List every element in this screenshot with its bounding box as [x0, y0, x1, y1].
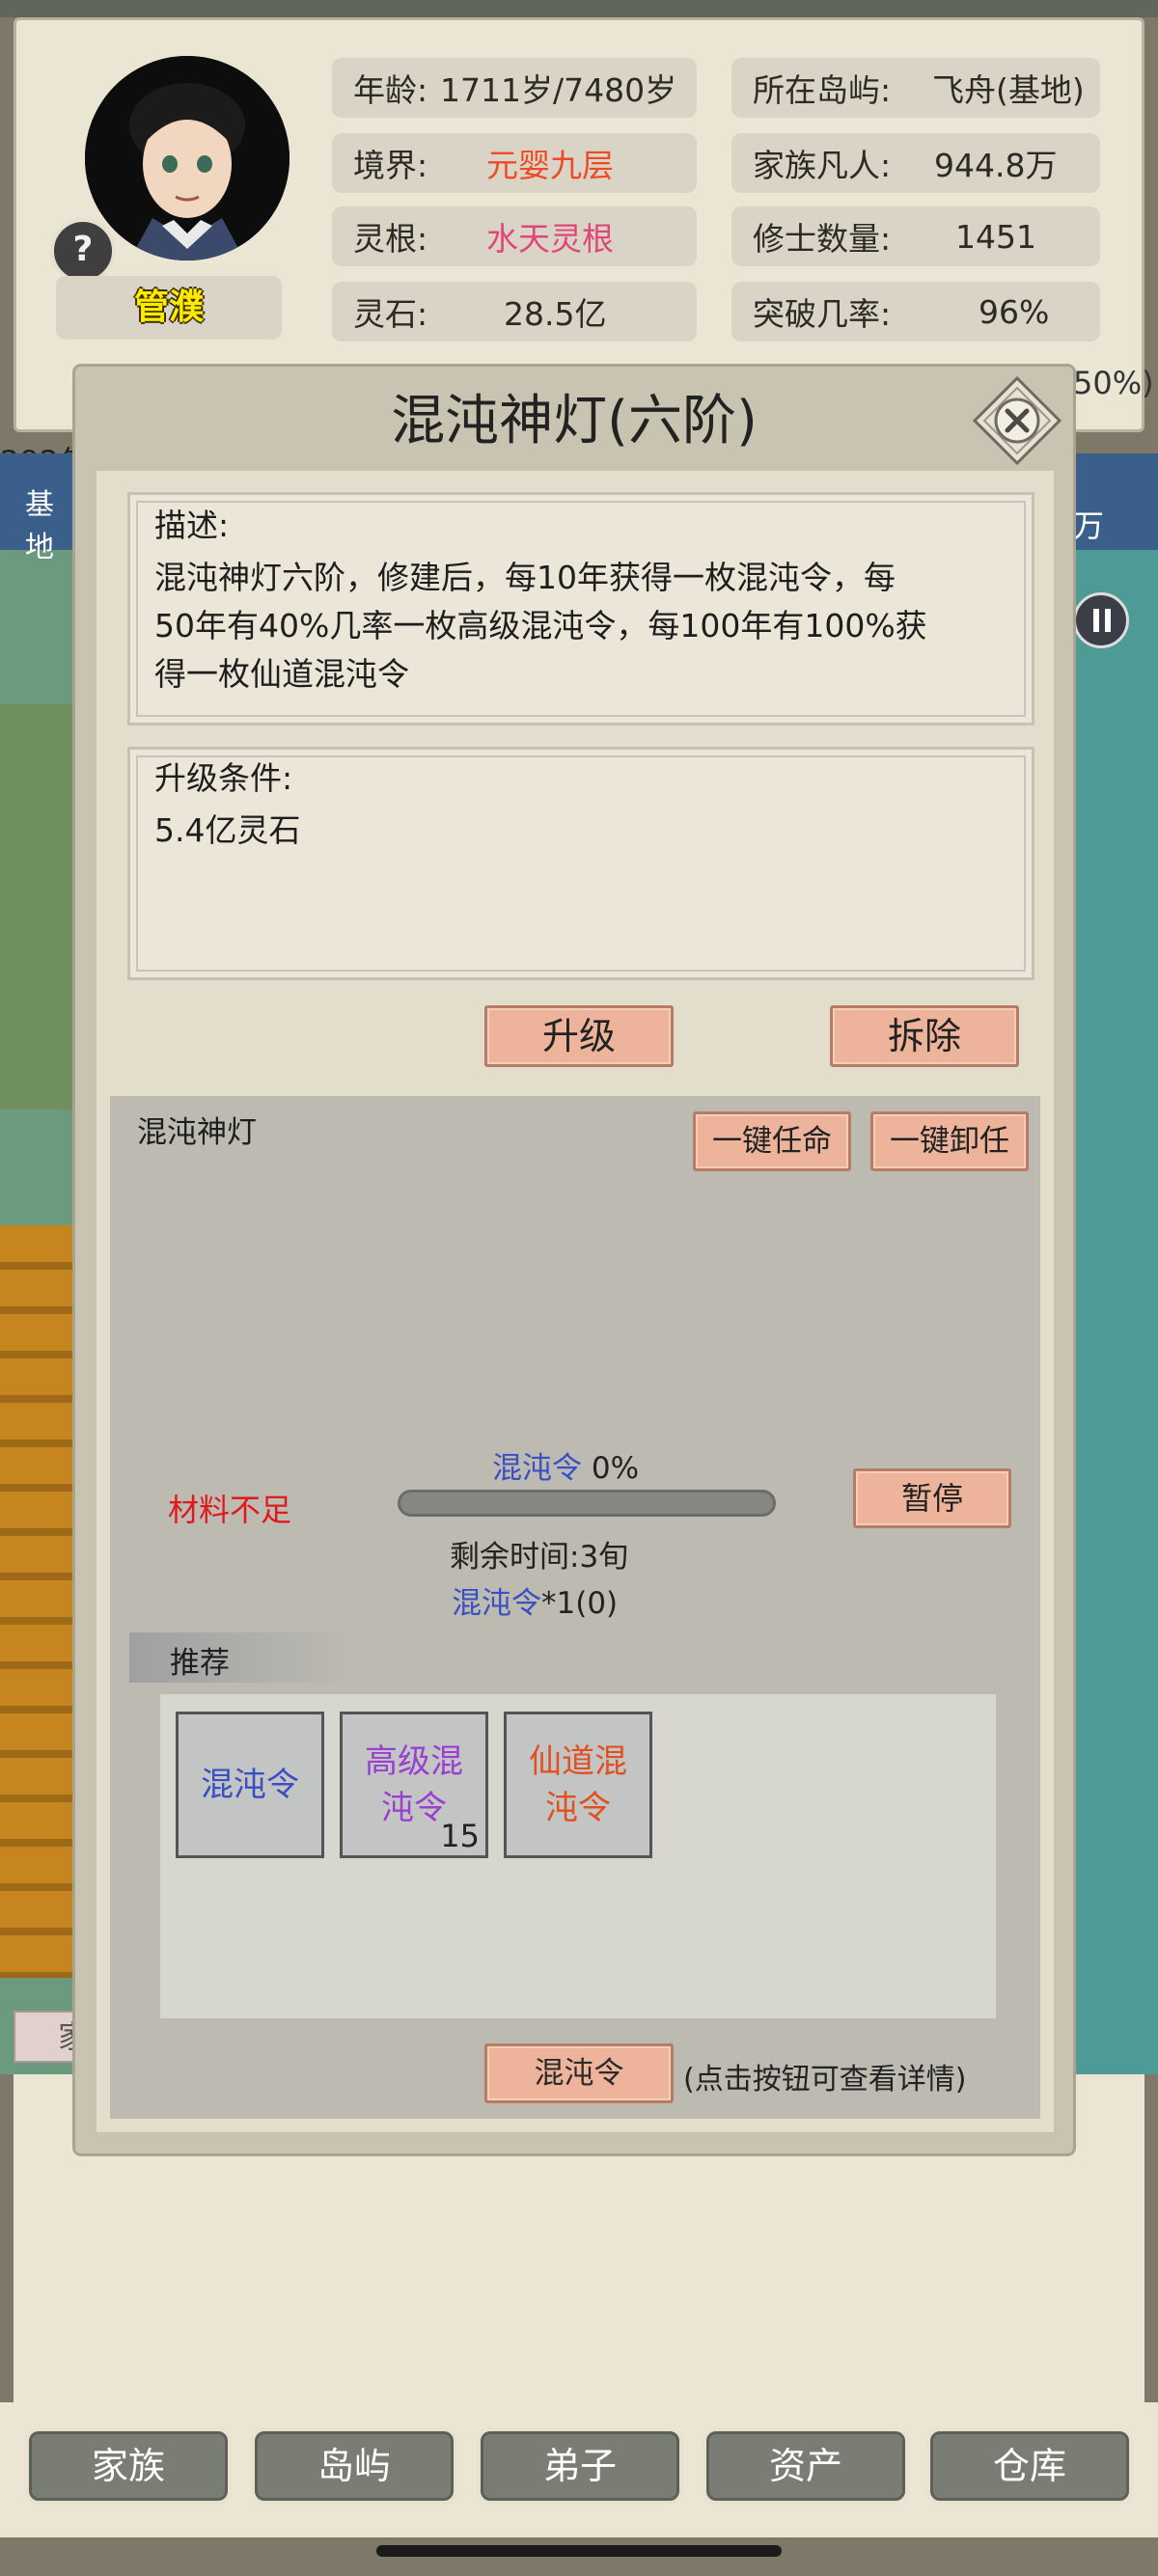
background-map-left: 基地 [0, 453, 75, 2074]
description-line-1: 混沌神灯六阶，修建后，每10年获得一枚混沌令，每 [154, 559, 896, 596]
nav-family-button[interactable]: 家族 [25, 2427, 232, 2505]
recommend-item-advanced-chaos-token[interactable]: 高级混沌令 15 [340, 1712, 488, 1858]
help-icon[interactable]: ? [50, 218, 116, 284]
description-line-2: 50年有40%几率一枚高级混沌令，每100年有100%获 [154, 607, 927, 644]
island-stat: 所在岛屿: 飞舟(基地) [731, 58, 1100, 118]
nav-warehouse-button[interactable]: 仓库 [926, 2427, 1133, 2505]
spirit-root-label: 灵根: [353, 220, 428, 258]
spirit-root-stat: 灵根: 水天灵根 [332, 206, 697, 266]
close-icon [972, 375, 1062, 466]
age-label: 年龄: [353, 71, 428, 109]
recommend-item-name: 混沌令 [201, 1766, 299, 1804]
upgrade-cost: 5.4亿灵石 [154, 811, 301, 849]
recommend-header: 推荐 [129, 1632, 351, 1683]
nav-disciples-button[interactable]: 弟子 [477, 2427, 683, 2505]
cultivators-stat: 修士数量: 1451 [731, 206, 1100, 266]
age-value: 1711岁/7480岁 [440, 71, 677, 109]
pause-circle-icon[interactable] [1073, 592, 1129, 648]
spirit-stones-stat: 灵石: 28.5亿 [332, 282, 697, 342]
output-count: *1(0) [541, 1586, 619, 1621]
nav-islands-button[interactable]: 岛屿 [251, 2427, 457, 2505]
progress-label: 混沌令 0% [492, 1443, 639, 1487]
close-button[interactable] [971, 374, 1063, 467]
realm-label: 境界: [353, 147, 428, 184]
appoint-all-button[interactable]: 一键任命 [693, 1111, 851, 1171]
breakthrough-stat: 突破几率: 96% [731, 282, 1100, 342]
bg-fragment-wan: 万 [1073, 507, 1105, 544]
avatar-portrait-icon [85, 56, 290, 260]
progress-item-name: 混沌令 [492, 1451, 582, 1486]
nav-assets-button[interactable]: 资产 [703, 2427, 909, 2505]
pause-button[interactable]: 暂停 [853, 1468, 1011, 1528]
cultivators-label: 修士数量: [753, 220, 892, 258]
recommend-item-immortal-chaos-token[interactable]: 仙道混沌令 [504, 1712, 652, 1858]
recommend-item-count: 15 [440, 1818, 480, 1854]
mortals-stat: 家族凡人: 944.8万 [731, 133, 1100, 193]
description-line-3: 得一枚仙道混沌令 [154, 655, 409, 693]
upgrade-heading: 升级条件: [154, 759, 293, 797]
upgrade-button[interactable]: 升级 [484, 1005, 674, 1067]
output-item-name: 混沌令 [452, 1586, 541, 1621]
status-text: 材料不足 [168, 1492, 292, 1528]
home-indicator[interactable] [376, 2545, 782, 2557]
player-name: 管濮 [56, 276, 282, 340]
detail-hint: (点击按钮可查看详情) [683, 2063, 967, 2096]
bg-fragment-base: 基地 [25, 488, 54, 564]
top-banner [0, 0, 1158, 17]
realm-value: 元婴九层 [486, 147, 614, 184]
progress-bar [398, 1490, 776, 1517]
age-stat: 年龄: 1711岁/7480岁 [332, 58, 697, 118]
spirit-stones-label: 灵石: [353, 295, 428, 333]
breakthrough-label: 突破几率: [753, 295, 892, 333]
recommend-item-name: 仙道混沌令 [529, 1742, 627, 1827]
island-value: 飞舟(基地) [932, 71, 1085, 109]
recommend-item-chaos-token[interactable]: 混沌令 [176, 1712, 324, 1858]
breakthrough-value: 96% [979, 292, 1050, 331]
spirit-root-value: 水天灵根 [486, 220, 614, 258]
remaining-time: 剩余时间:3旬 [450, 1540, 629, 1575]
output-info: 混沌令*1(0) [452, 1578, 618, 1622]
dismantle-button[interactable]: 拆除 [830, 1005, 1019, 1067]
description-heading: 描述: [154, 507, 230, 544]
building-name: 混沌神灯 [137, 1115, 257, 1150]
spirit-stones-value: 28.5亿 [504, 295, 607, 333]
progress-percent: 0% [591, 1451, 640, 1486]
item-detail-button[interactable]: 混沌令 [484, 2043, 674, 2103]
player-avatar[interactable] [85, 56, 290, 260]
realm-stat: 境界: 元婴九层 [332, 133, 697, 193]
cultivators-value: 1451 [955, 217, 1036, 256]
background-map-right: 万 [1067, 453, 1158, 2074]
mortals-label: 家族凡人: [753, 147, 892, 184]
island-label: 所在岛屿: [753, 71, 892, 109]
dialog-title: 混沌神灯(六阶) [391, 390, 758, 452]
dismiss-all-button[interactable]: 一键卸任 [870, 1111, 1029, 1171]
bg-fragment-percent: 50%) [1073, 365, 1154, 401]
mortals-value: 944.8万 [934, 147, 1058, 184]
recommend-heading: 推荐 [170, 1646, 230, 1681]
